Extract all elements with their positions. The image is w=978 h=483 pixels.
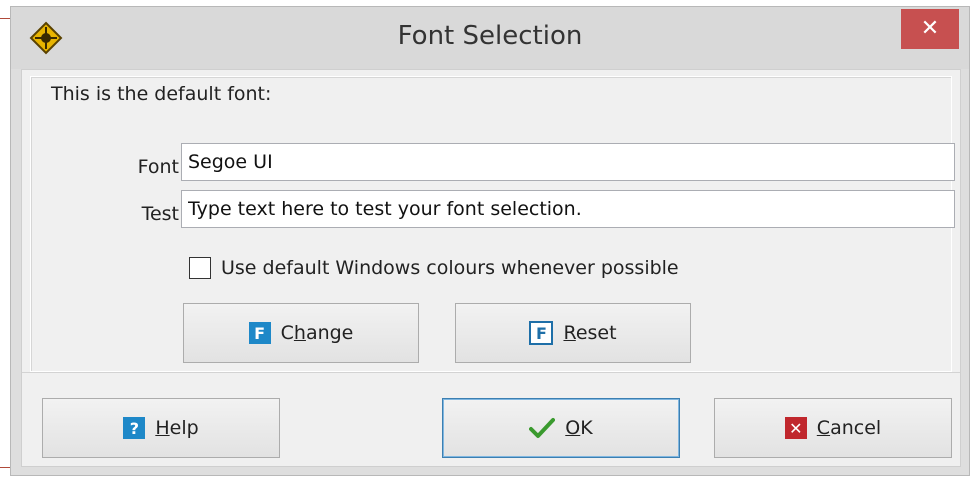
cancel-icon: ✕ (784, 417, 807, 439)
test-text-field[interactable] (181, 190, 955, 228)
default-font-group: This is the default font: Font Test Use … (30, 76, 955, 372)
close-icon: ✕ (920, 16, 940, 41)
default-colours-checkbox[interactable] (189, 257, 211, 279)
cancel-button[interactable]: ✕ Cancel (714, 398, 952, 458)
test-label: Test (141, 203, 179, 225)
change-button-label: Change (280, 322, 354, 344)
default-colours-label[interactable]: Use default Windows colours whenever pos… (221, 257, 679, 279)
reset-button-label: Reset (563, 322, 617, 344)
font-label: Font (137, 156, 179, 178)
dialog-body: This is the default font: Font Test Use … (21, 69, 961, 467)
title-bar[interactable]: Font Selection ✕ (11, 7, 969, 69)
help-button[interactable]: ? Help (42, 398, 280, 458)
window-title: Font Selection (397, 21, 583, 51)
separator (22, 372, 960, 373)
help-button-label: Help (155, 417, 199, 439)
font-reset-icon: F (529, 321, 554, 345)
reset-button[interactable]: F Reset (455, 303, 691, 363)
font-icon: F (248, 322, 271, 344)
change-button[interactable]: F Change (183, 303, 419, 363)
checkmark-icon (529, 418, 556, 438)
help-icon: ? (123, 417, 146, 439)
close-button[interactable]: ✕ (901, 9, 959, 49)
cancel-button-label: Cancel (816, 417, 882, 439)
group-caption: This is the default font: (51, 83, 272, 105)
font-selection-dialog: Font Selection ✕ This is the default fon… (10, 6, 970, 476)
font-field[interactable] (181, 143, 955, 181)
ok-button[interactable]: OK (442, 398, 680, 458)
ok-button-label: OK (565, 417, 593, 439)
